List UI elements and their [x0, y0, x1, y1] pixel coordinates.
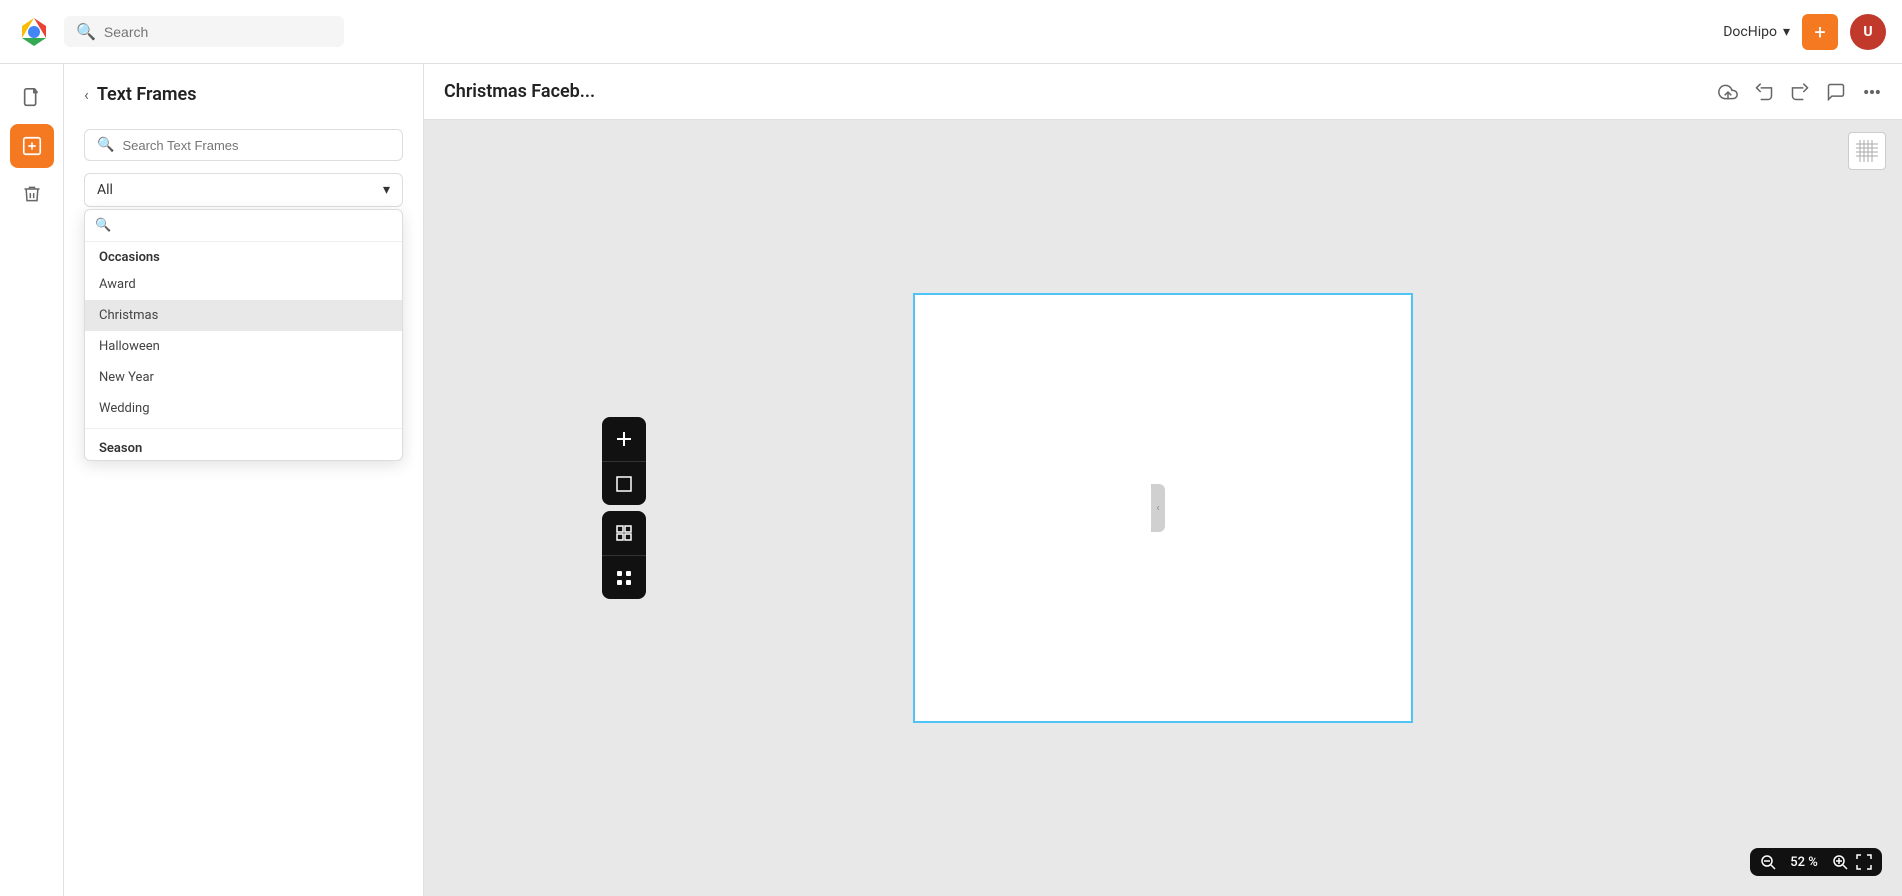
canvas-wrapper: ‹ 52 %	[424, 120, 1902, 896]
dochipo-label: DocHipo	[1723, 24, 1777, 40]
chevron-down-icon: ▾	[1783, 24, 1790, 40]
category-dropdown: All ▾ 🔍 Occasions Award Christmas Hallow…	[84, 173, 403, 207]
canvas-actions	[1718, 82, 1882, 102]
dropdown-trigger[interactable]: All ▾	[84, 173, 403, 207]
dropdown-group-occasions: Occasions	[85, 242, 402, 269]
app-logo[interactable]	[16, 14, 52, 50]
dropdown-item-halloween[interactable]: Halloween	[85, 331, 402, 362]
float-dots-button[interactable]	[602, 555, 646, 599]
float-frame-button[interactable]	[602, 461, 646, 505]
float-add-button[interactable]	[602, 417, 646, 461]
panel-title: Text Frames	[97, 84, 197, 105]
sidebar-item-document[interactable]	[10, 76, 54, 120]
document-title: Christmas Faceb...	[444, 81, 1706, 102]
main-area: ‹ Text Frames 🔍 All ▾ 🔍 Occa	[0, 64, 1902, 896]
topbar-right: DocHipo ▾ + U	[1723, 14, 1886, 50]
fullscreen-button[interactable]	[1856, 854, 1872, 870]
dropdown-group-season: Season	[85, 433, 402, 460]
search-icon: 🔍	[97, 137, 114, 153]
panel-sidebar: ‹ Text Frames 🔍 All ▾ 🔍 Occa	[64, 64, 424, 896]
redo-icon[interactable]	[1790, 82, 1810, 102]
panel-collapse-handle[interactable]: ‹	[1151, 484, 1165, 532]
global-search-input[interactable]	[104, 24, 304, 40]
chevron-left-icon: ‹	[1156, 503, 1159, 514]
zoom-bar: 52 %	[1750, 848, 1882, 876]
dropdown-search-input[interactable]	[119, 218, 392, 233]
avatar[interactable]: U	[1850, 14, 1886, 50]
more-options-icon[interactable]	[1862, 82, 1882, 102]
search-icon: 🔍	[95, 218, 111, 233]
floating-toolbar	[602, 417, 646, 599]
dropdown-item-wedding[interactable]: Wedding	[85, 393, 402, 424]
float-grid-button[interactable]	[602, 511, 646, 555]
dropdown-item-christmas[interactable]: Christmas	[85, 300, 402, 331]
dropdown-selected: All	[97, 182, 113, 198]
panel-search-box[interactable]: 🔍	[84, 129, 403, 161]
dropdown-item-new-year[interactable]: New Year	[85, 362, 402, 393]
zoom-out-button[interactable]	[1760, 854, 1776, 870]
icon-sidebar	[0, 64, 64, 896]
undo-icon[interactable]	[1754, 82, 1774, 102]
chevron-down-icon: ▾	[383, 182, 390, 198]
dropdown-search-box[interactable]: 🔍	[85, 210, 402, 242]
comment-icon[interactable]	[1826, 82, 1846, 102]
dropdown-item-award[interactable]: Award	[85, 269, 402, 300]
cloud-save-icon[interactable]	[1718, 82, 1738, 102]
float-btn-group-1	[602, 417, 646, 505]
search-icon: 🔍	[76, 22, 96, 41]
dropdown-divider	[85, 428, 402, 429]
panel-back-button[interactable]: ‹	[84, 85, 89, 104]
dropdown-menu: 🔍 Occasions Award Christmas Halloween Ne…	[84, 209, 403, 461]
topbar: 🔍 DocHipo ▾ + U	[0, 0, 1902, 64]
add-button[interactable]: +	[1802, 14, 1838, 50]
canvas-area: Christmas Faceb...	[424, 64, 1902, 896]
zoom-in-button[interactable]	[1832, 854, 1848, 870]
canvas-topbar: Christmas Faceb...	[424, 64, 1902, 120]
panel-search-input[interactable]	[122, 138, 390, 153]
float-btn-group-2	[602, 511, 646, 599]
panel-header: ‹ Text Frames	[64, 64, 423, 117]
zoom-value: 52 %	[1784, 855, 1824, 870]
sidebar-item-text-frames[interactable]	[10, 124, 54, 168]
dochipo-menu[interactable]: DocHipo ▾	[1723, 24, 1790, 40]
texture-toggle-icon[interactable]	[1848, 132, 1886, 170]
global-search-box[interactable]: 🔍	[64, 16, 344, 47]
sidebar-item-delete[interactable]	[10, 172, 54, 216]
